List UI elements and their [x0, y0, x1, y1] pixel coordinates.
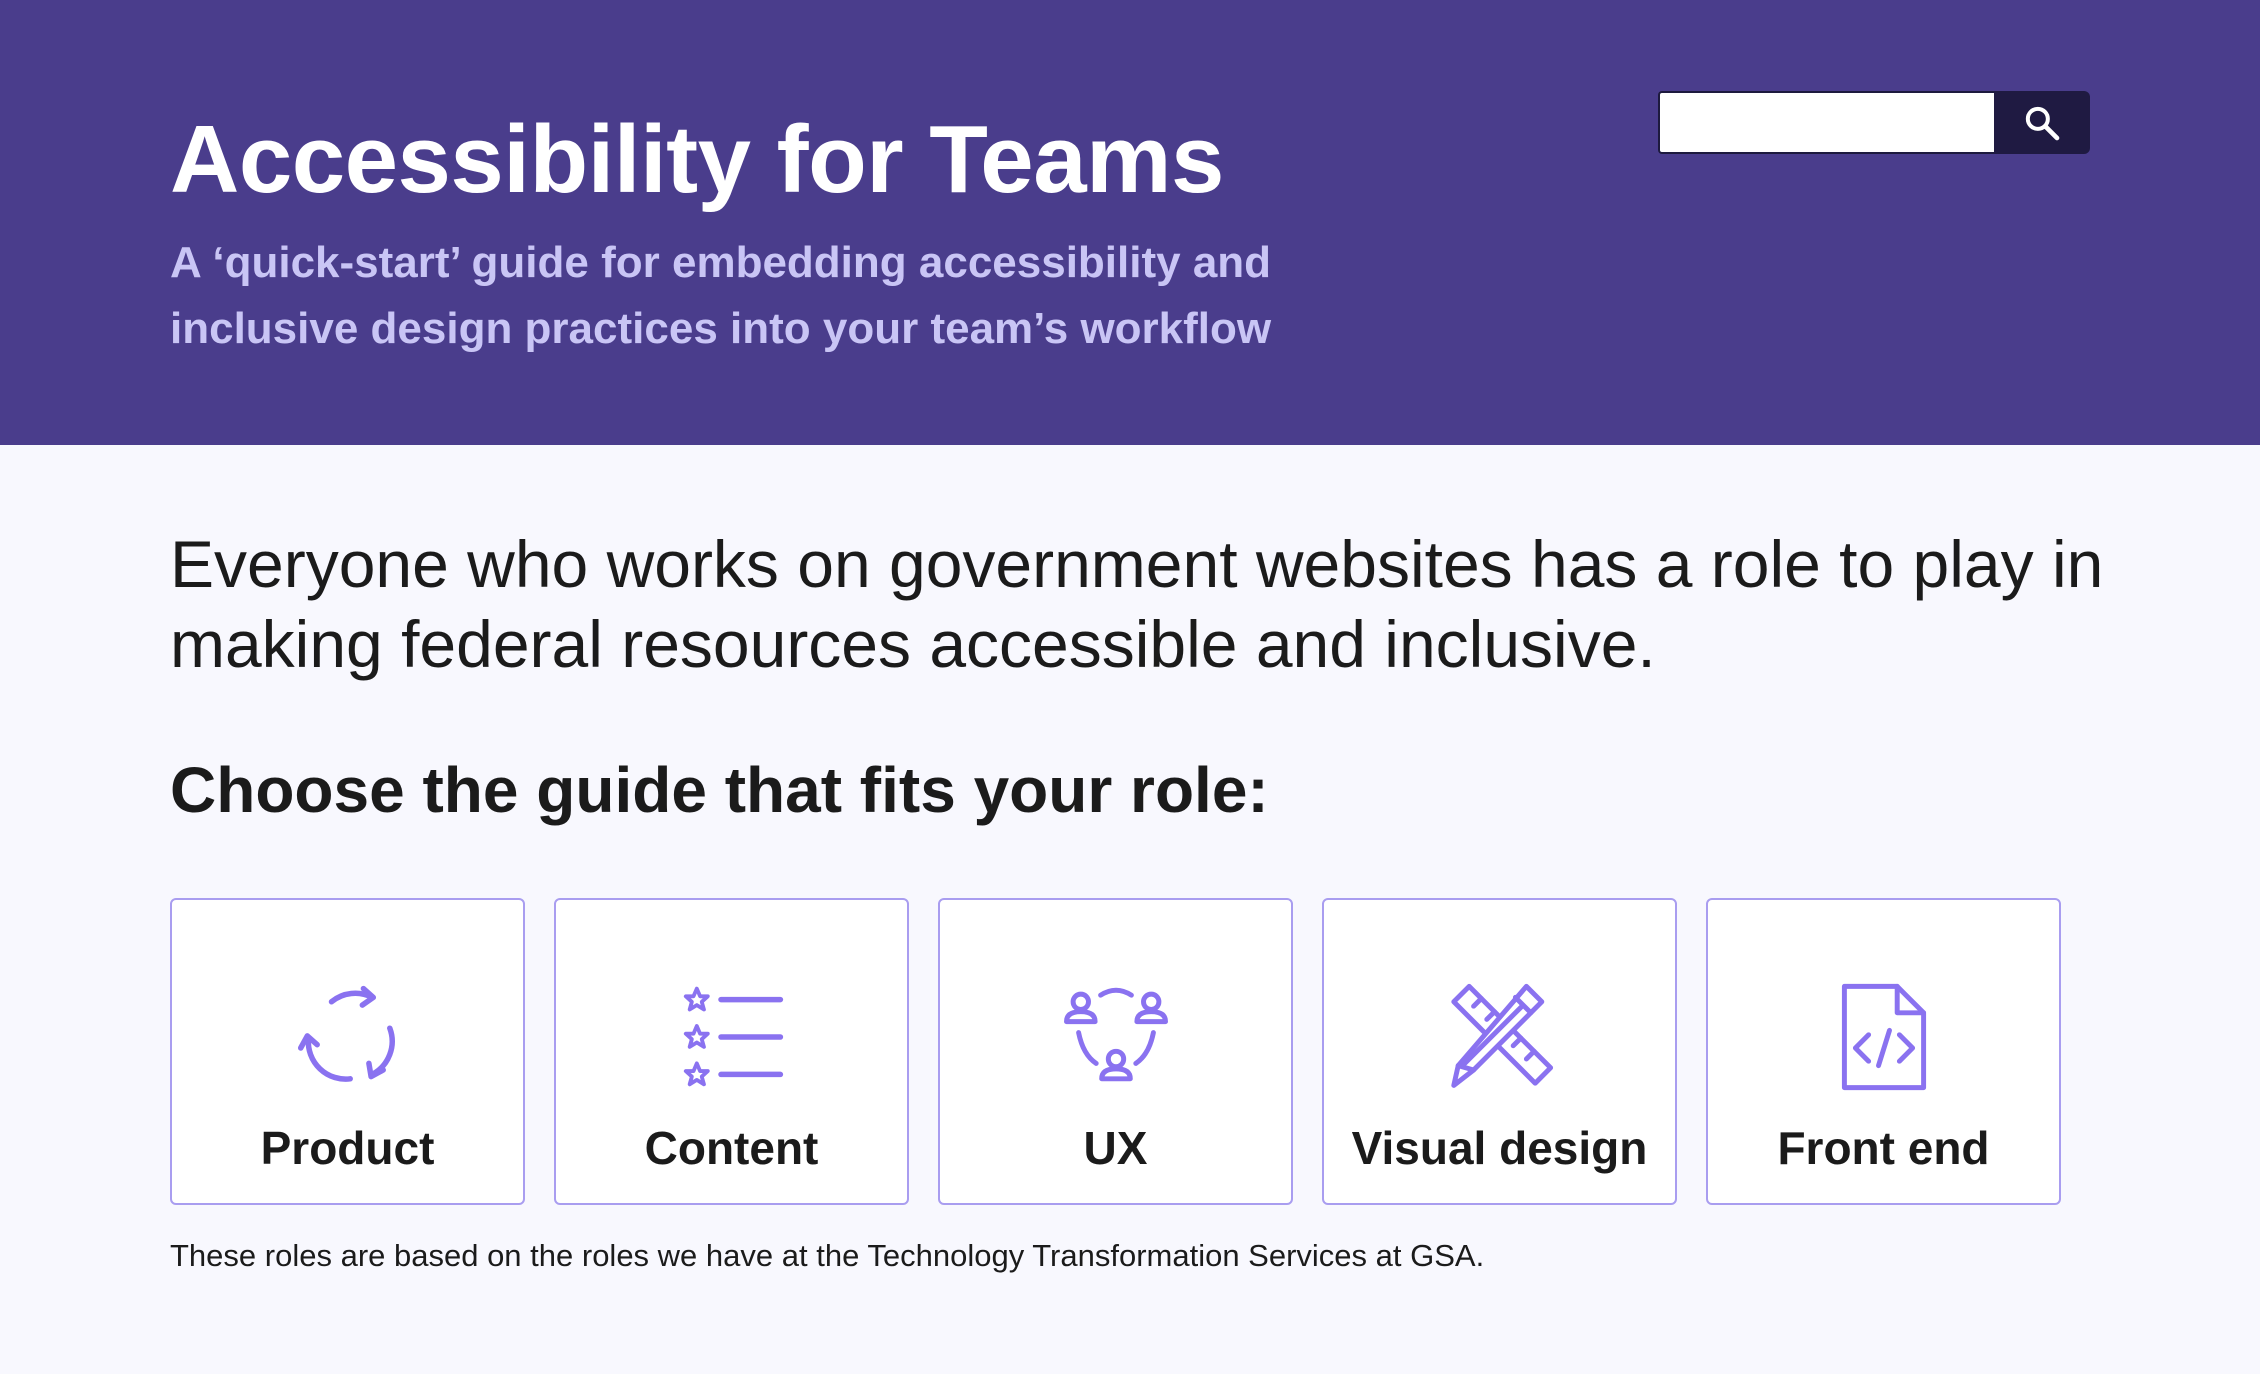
role-card-product[interactable]: Product: [170, 898, 525, 1205]
search-form: [1658, 91, 2090, 154]
role-card-label: UX: [1083, 1122, 1148, 1174]
search-input[interactable]: [1658, 91, 1994, 154]
site-subtitle: A ‘quick-start’ guide for embedding acce…: [170, 238, 1272, 353]
star-list-icon: [683, 986, 783, 1087]
role-card-content[interactable]: Content: [554, 898, 909, 1205]
role-card-front-end[interactable]: Front end: [1706, 898, 2061, 1205]
role-guides: Product Content UX Visual design Front e…: [170, 898, 2170, 1205]
search-button[interactable]: [1994, 91, 2090, 154]
user-group-icon: [1063, 987, 1168, 1082]
role-card-ux[interactable]: UX: [938, 898, 1293, 1205]
role-card-label: Product: [260, 1122, 435, 1174]
cycle-arrows-icon: [297, 985, 395, 1082]
role-card-label: Front end: [1777, 1122, 1990, 1174]
role-card-visual-design[interactable]: Visual design: [1322, 898, 1677, 1205]
roles-footnote: These roles are based on the roles we ha…: [170, 1238, 1485, 1273]
search-icon: [2025, 106, 2060, 140]
pencil-ruler-icon: [1450, 983, 1553, 1088]
role-card-label: Content: [644, 1122, 819, 1174]
role-card-label: Visual design: [1351, 1122, 1648, 1174]
choose-guide-heading: Choose the guide that fits your role:: [170, 754, 1269, 826]
intro-text: Everyone who works on government website…: [170, 527, 2104, 681]
code-file-icon: [1841, 983, 1926, 1091]
site-header: Accessibility for Teams A ‘quick-start’ …: [0, 0, 2260, 445]
site-title[interactable]: Accessibility for Teams: [170, 100, 1224, 220]
